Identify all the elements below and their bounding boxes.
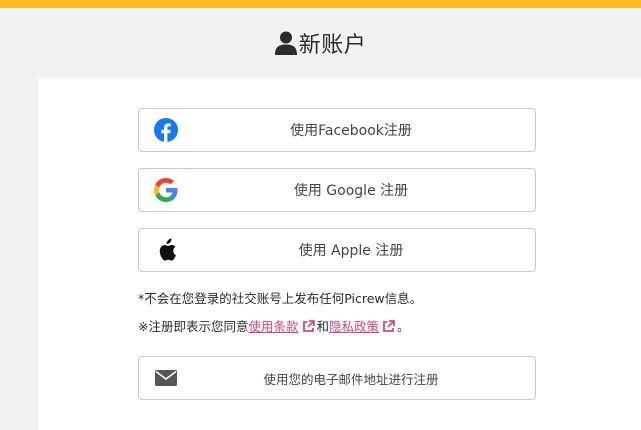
page-title: 新账户 [298,33,367,58]
agreement-notice: ※注册即表示您同意使用条款 和隐私政策 。 [138,316,410,336]
signup-card: 使用Facebook注册 使用 Google 注册 使用 Apple 注册 *不… [38,78,641,430]
accent-top-bar [0,0,641,8]
and-text: 和 [316,319,330,334]
apple-icon [153,237,179,263]
privacy-policy-link[interactable]: 隐私政策 [329,319,379,334]
external-link-icon [382,320,395,336]
agreement-suffix: 。 [397,319,410,334]
privacy-notice: *不会在您登录的社交账号上发布任何Picrew信息。 [138,291,423,306]
facebook-icon [153,117,179,143]
google-signup-button[interactable]: 使用 Google 注册 [138,168,536,212]
external-link-icon [302,320,315,336]
facebook-signup-button[interactable]: 使用Facebook注册 [138,108,536,152]
apple-signup-button[interactable]: 使用 Apple 注册 [138,228,536,272]
email-signup-label: 使用您的电子邮件地址进行注册 [263,371,439,387]
page-header: 新账户 [0,8,641,78]
user-icon [274,31,297,55]
terms-link[interactable]: 使用条款 [248,319,298,334]
email-signup-button[interactable]: 使用您的电子邮件地址进行注册 [138,356,536,400]
agreement-prefix: ※注册即表示您同意 [138,319,249,334]
title-wrap: 新账户 [274,27,367,59]
facebook-signup-label: 使用Facebook注册 [290,123,412,139]
google-icon [153,177,179,203]
envelope-icon [153,365,179,391]
apple-signup-label: 使用 Apple 注册 [298,243,404,259]
google-signup-label: 使用 Google 注册 [293,183,409,199]
